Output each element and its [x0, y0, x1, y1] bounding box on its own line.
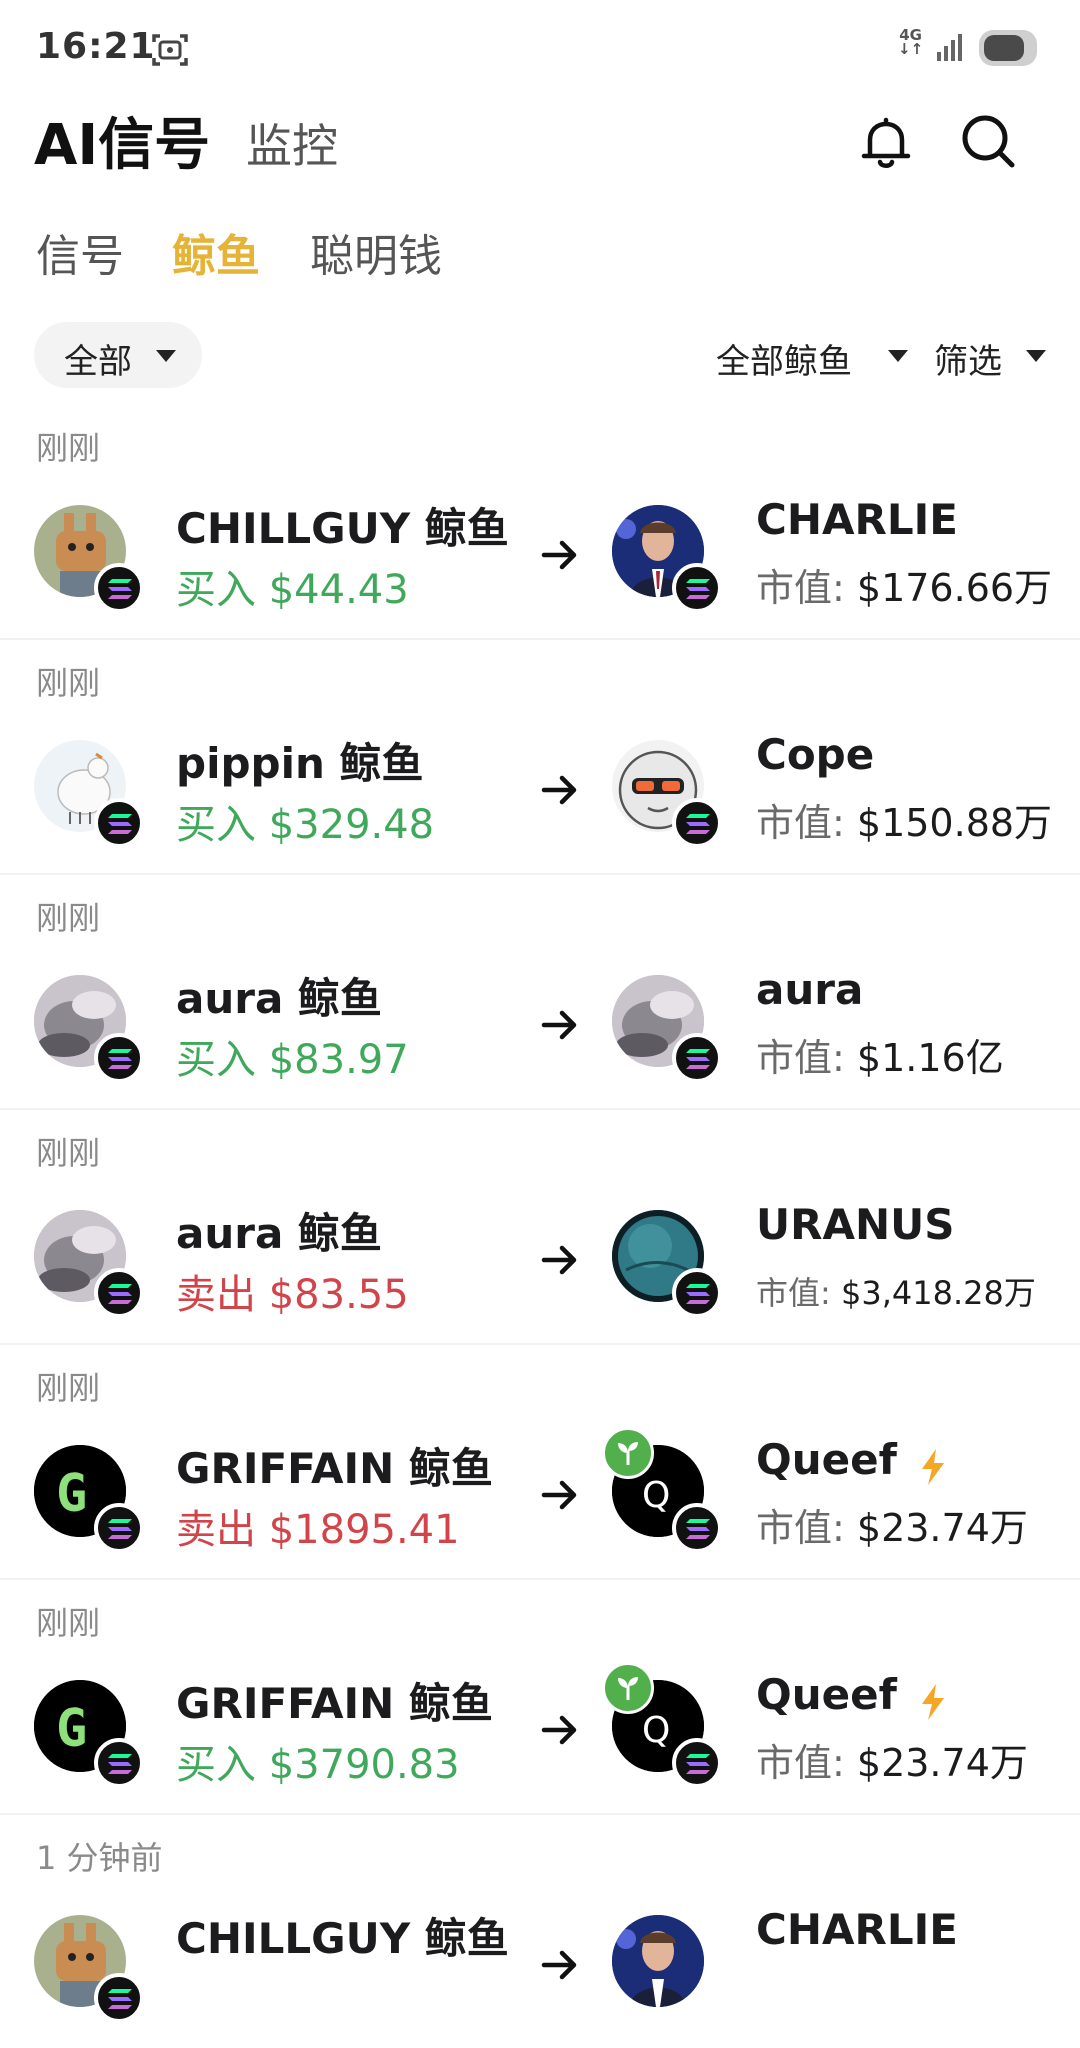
market-cap: 市值: $23.74万 — [756, 1741, 1028, 1785]
arrow-right-icon — [540, 1475, 580, 1519]
solana-chain-icon — [94, 1973, 144, 2023]
token-name: URANUS — [756, 1200, 955, 1249]
arrow-right-icon — [540, 770, 580, 814]
solana-chain-icon — [672, 1033, 722, 1083]
trade-info: 买入 $3790.83 — [176, 1742, 460, 1788]
solana-chain-icon — [94, 1503, 144, 1553]
market-cap: 市值: $23.74万 — [756, 1506, 1028, 1550]
solana-chain-icon — [672, 798, 722, 848]
token-name: CHARLIE — [756, 495, 958, 544]
timestamp: 刚刚 — [36, 1369, 101, 1407]
svg-text:G: G — [56, 1464, 87, 1524]
feed-item[interactable]: 刚刚 aura 鲸鱼 买入 $83.97 aura 市值: $1.16亿 — [0, 875, 1080, 1110]
market-cap: 市值: $176.66万 — [756, 566, 1053, 610]
search-button[interactable] — [955, 108, 1021, 174]
caret-down-icon — [1026, 350, 1046, 362]
new-token-sprout-icon — [602, 1662, 654, 1714]
svg-text:Q: Q — [642, 1710, 670, 1751]
svg-text:G: G — [56, 1699, 87, 1759]
svg-text:Q: Q — [642, 1475, 670, 1516]
token-name: CHARLIE — [756, 1905, 958, 1954]
filter-dropdown[interactable]: 筛选 — [934, 334, 1046, 383]
whale-name: CHILLGUY 鲸鱼 — [176, 1914, 509, 1963]
filter-dropdown-label: 筛选 — [934, 342, 1002, 382]
solana-chain-icon — [94, 1033, 144, 1083]
solana-chain-icon — [94, 798, 144, 848]
battery-icon — [979, 30, 1037, 66]
token-name: aura — [756, 965, 864, 1014]
whales-dropdown-label: 全部鲸鱼 — [716, 342, 852, 382]
arrow-right-icon — [540, 1710, 580, 1754]
whale-name: aura 鲸鱼 — [176, 1209, 382, 1258]
arrow-right-icon — [540, 535, 580, 579]
status-time: 16:21 — [36, 26, 156, 67]
whale-name: pippin 鲸鱼 — [176, 739, 424, 788]
solana-chain-icon — [94, 563, 144, 613]
solana-chain-icon — [672, 1738, 722, 1788]
feed-item[interactable]: 刚刚 G GRIFFAIN 鲸鱼 买入 $3790.83 Q Queef 市值:… — [0, 1580, 1080, 1815]
token-name: Cope — [756, 730, 875, 779]
timestamp: 刚刚 — [36, 1134, 101, 1172]
trade-info: 卖出 $1895.41 — [176, 1507, 460, 1553]
solana-chain-icon — [672, 1503, 722, 1553]
market-cap: 市值: $3,418.28万 — [756, 1274, 1036, 1312]
whale-name: GRIFFAIN 鲸鱼 — [176, 1444, 493, 1493]
timestamp: 刚刚 — [36, 899, 101, 937]
tab-monitor[interactable]: 监控 — [246, 110, 338, 176]
status-bar: 16:21 4G ↓↑ — [0, 0, 1080, 100]
solana-chain-icon — [672, 563, 722, 613]
market-cap: 市值: $150.88万 — [756, 801, 1053, 845]
lightning-icon — [918, 1682, 948, 1726]
trade-info: 卖出 $83.55 — [176, 1272, 409, 1318]
whales-dropdown[interactable]: 全部鲸鱼 — [716, 334, 908, 383]
feed-item[interactable]: 刚刚 CHILLGUY 鲸鱼 买入 $44.43 CHARLIE 市值: $17… — [0, 405, 1080, 640]
all-filter-label: 全部 — [64, 342, 132, 382]
page-title: AI信号 — [34, 113, 211, 178]
timestamp: 1 分钟前 — [36, 1839, 163, 1877]
solana-chain-icon — [94, 1268, 144, 1318]
network-type-label: 4G ↓↑ — [898, 26, 924, 58]
timestamp: 刚刚 — [36, 1604, 101, 1642]
whale-name: aura 鲸鱼 — [176, 974, 382, 1023]
solana-chain-icon — [94, 1738, 144, 1788]
solana-chain-icon — [672, 1268, 722, 1318]
arrow-right-icon — [540, 1240, 580, 1284]
signal-strength-icon — [936, 32, 966, 66]
token-name: Queef — [756, 1435, 897, 1484]
token-name: Queef — [756, 1670, 897, 1719]
token-avatar[interactable] — [612, 1915, 704, 2007]
feed-item[interactable]: 1 分钟前 CHILLGUY 鲸鱼 CHARLIE — [0, 1815, 1080, 2048]
market-cap: 市值: $1.16亿 — [756, 1036, 1004, 1080]
search-icon — [962, 115, 1015, 168]
trade-info: 买入 $83.97 — [176, 1037, 409, 1083]
trade-info: 买入 $329.48 — [176, 802, 435, 848]
notifications-button[interactable] — [855, 112, 917, 174]
tab-smart-money[interactable]: 聪明钱 — [310, 220, 442, 284]
whale-name: CHILLGUY 鲸鱼 — [176, 504, 509, 553]
feed-item[interactable]: 刚刚 G GRIFFAIN 鲸鱼 卖出 $1895.41 Q Queef 市值:… — [0, 1345, 1080, 1580]
new-token-sprout-icon — [602, 1427, 654, 1479]
all-filter-pill[interactable]: 全部 — [34, 322, 202, 388]
screenshot-icon — [150, 30, 190, 74]
trade-info: 买入 $44.43 — [176, 567, 409, 613]
timestamp: 刚刚 — [36, 664, 101, 702]
feed-item[interactable]: 刚刚 pippin 鲸鱼 买入 $329.48 Cope 市值: $150.88… — [0, 640, 1080, 875]
tab-signals[interactable]: 信号 — [36, 220, 124, 284]
feed-item[interactable]: 刚刚 aura 鲸鱼 卖出 $83.55 URANUS 市值: $3,418.2… — [0, 1110, 1080, 1345]
timestamp: 刚刚 — [36, 429, 101, 467]
bell-icon — [861, 117, 911, 168]
arrow-right-icon — [540, 1945, 580, 1989]
whale-name: GRIFFAIN 鲸鱼 — [176, 1679, 493, 1728]
whale-activity-feed: 刚刚 CHILLGUY 鲸鱼 买入 $44.43 CHARLIE 市值: $17… — [0, 405, 1080, 2048]
caret-down-icon — [156, 350, 176, 362]
tab-whales[interactable]: 鲸鱼 — [172, 220, 260, 284]
arrow-right-icon — [540, 1005, 580, 1049]
lightning-icon — [918, 1447, 948, 1491]
caret-down-icon — [888, 350, 908, 362]
